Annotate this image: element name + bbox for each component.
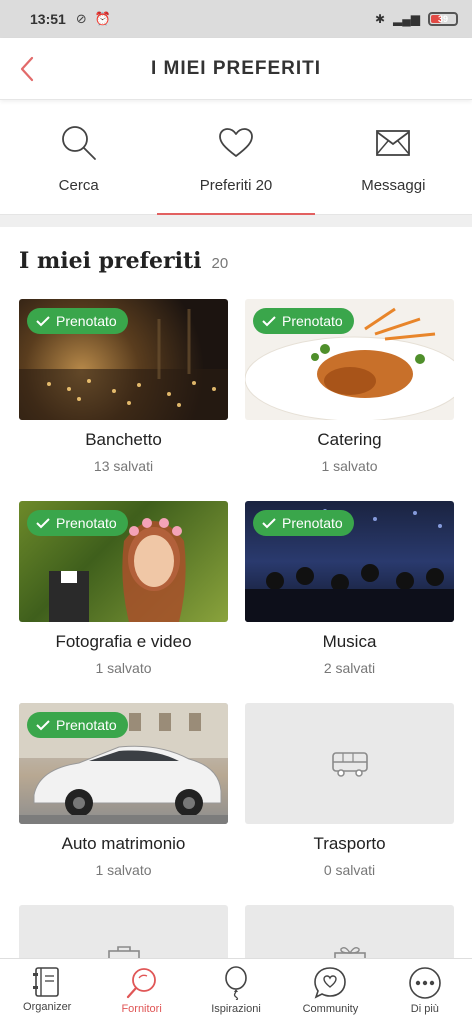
back-button[interactable] xyxy=(12,52,42,86)
nav-fornitori-label: Fornitori xyxy=(121,1003,162,1015)
category-saved-count: 1 salvato xyxy=(95,862,152,878)
category-saved-count: 1 salvato xyxy=(321,458,378,474)
nav-organizer-label: Organizer xyxy=(23,1001,72,1013)
category-name: Musica xyxy=(322,632,377,651)
alarm-icon: ⏰ xyxy=(94,11,111,26)
section-title: I miei preferiti xyxy=(19,248,202,274)
tab-favorites-label: Preferiti 20 xyxy=(199,177,273,194)
bus-icon xyxy=(331,751,368,777)
booked-badge: Prenotato xyxy=(27,308,128,334)
nav-more[interactable]: Di più xyxy=(378,959,472,1024)
booked-badge: Prenotato xyxy=(27,712,128,738)
category-image: Prenotato xyxy=(19,501,228,622)
nav-community[interactable]: Community xyxy=(283,959,377,1024)
booked-badge-label: Prenotato xyxy=(56,515,117,531)
booked-badge-label: Prenotato xyxy=(282,515,343,531)
tab-favorites[interactable]: Preferiti 20 xyxy=(157,101,315,215)
booked-badge: Prenotato xyxy=(253,308,354,334)
app-header: I MIEI PREFERITI xyxy=(0,38,472,100)
heart-icon xyxy=(219,128,253,157)
booked-badge-label: Prenotato xyxy=(56,717,117,733)
section-header: I miei preferiti 20 xyxy=(19,248,228,274)
category-saved-count: 0 salvati xyxy=(323,862,376,878)
nav-ispirazioni[interactable]: Ispirazioni xyxy=(189,959,283,1024)
chat-heart-icon xyxy=(314,967,347,999)
battery-icon: 39 xyxy=(428,12,458,26)
category-saved-count: 13 salvati xyxy=(93,458,154,474)
category-name: Auto matrimonio xyxy=(61,834,186,853)
nav-community-label: Community xyxy=(302,1003,359,1015)
search-icon xyxy=(61,126,96,160)
check-icon xyxy=(36,518,50,529)
nav-more-label: Di più xyxy=(410,1003,439,1015)
page-title: I MIEI PREFERITI xyxy=(150,57,322,79)
more-icon xyxy=(409,967,441,999)
battery-level: 39 xyxy=(437,14,448,24)
category-card-banchetto[interactable]: Prenotato Banchetto 13 salvati xyxy=(19,299,228,474)
check-icon xyxy=(36,720,50,731)
mute-icon: ⊘ xyxy=(75,11,87,26)
category-name: Banchetto xyxy=(85,430,162,449)
tab-messages[interactable]: Messaggi xyxy=(315,101,472,214)
nav-fornitori[interactable]: Fornitori xyxy=(94,959,188,1024)
section-divider xyxy=(0,215,472,227)
check-icon xyxy=(262,518,276,529)
category-image: Prenotato xyxy=(19,703,228,824)
bottom-navigation: Organizer Fornitori Ispirazioni Communit… xyxy=(0,958,472,1024)
check-icon xyxy=(262,316,276,327)
booked-badge-label: Prenotato xyxy=(56,313,117,329)
category-card-trasporto[interactable]: Trasporto 0 salvati xyxy=(245,703,454,878)
category-image: Prenotato xyxy=(245,501,454,622)
signal-icon: ▂▄▆ xyxy=(393,12,420,26)
status-bar: 13:51 ⊘ ⏰ ✱ ▂▄▆ 39 xyxy=(0,0,472,38)
notebook-icon xyxy=(33,967,60,997)
category-name: Catering xyxy=(317,430,382,449)
section-count: 20 xyxy=(211,255,229,272)
booked-badge-label: Prenotato xyxy=(282,313,343,329)
category-card-fotografia[interactable]: Prenotato Fotografia e video 1 salvato xyxy=(19,501,228,676)
tab-messages-label: Messaggi xyxy=(361,177,426,194)
favorites-tabs: Cerca Preferiti 20 Messaggi xyxy=(0,101,472,215)
tab-search-label: Cerca xyxy=(58,177,99,194)
search-vendors-icon xyxy=(126,968,156,999)
check-icon xyxy=(36,316,50,327)
category-name: Fotografia e video xyxy=(55,632,192,651)
category-saved-count: 2 salvati xyxy=(323,660,376,676)
booked-badge: Prenotato xyxy=(27,510,128,536)
tab-search[interactable]: Cerca xyxy=(0,101,157,214)
booked-badge: Prenotato xyxy=(253,510,354,536)
balloon-icon xyxy=(225,966,247,1000)
nav-ispirazioni-label: Ispirazioni xyxy=(211,1003,261,1015)
category-name: Trasporto xyxy=(313,834,386,853)
envelope-icon xyxy=(376,130,411,156)
category-card-auto[interactable]: Prenotato Auto matrimonio 1 salvato xyxy=(19,703,228,878)
category-image: Prenotato xyxy=(19,299,228,420)
category-card-musica[interactable]: Prenotato Musica 2 salvati xyxy=(245,501,454,676)
category-image-placeholder xyxy=(245,703,454,824)
category-image: Prenotato xyxy=(245,299,454,420)
nav-organizer[interactable]: Organizer xyxy=(0,959,94,1024)
category-saved-count: 1 salvato xyxy=(95,660,152,676)
bluetooth-icon: ✱ xyxy=(374,12,386,26)
chevron-left-icon xyxy=(20,56,34,82)
status-time: 13:51 xyxy=(30,11,66,27)
category-card-catering[interactable]: Prenotato Catering 1 salvato xyxy=(245,299,454,474)
